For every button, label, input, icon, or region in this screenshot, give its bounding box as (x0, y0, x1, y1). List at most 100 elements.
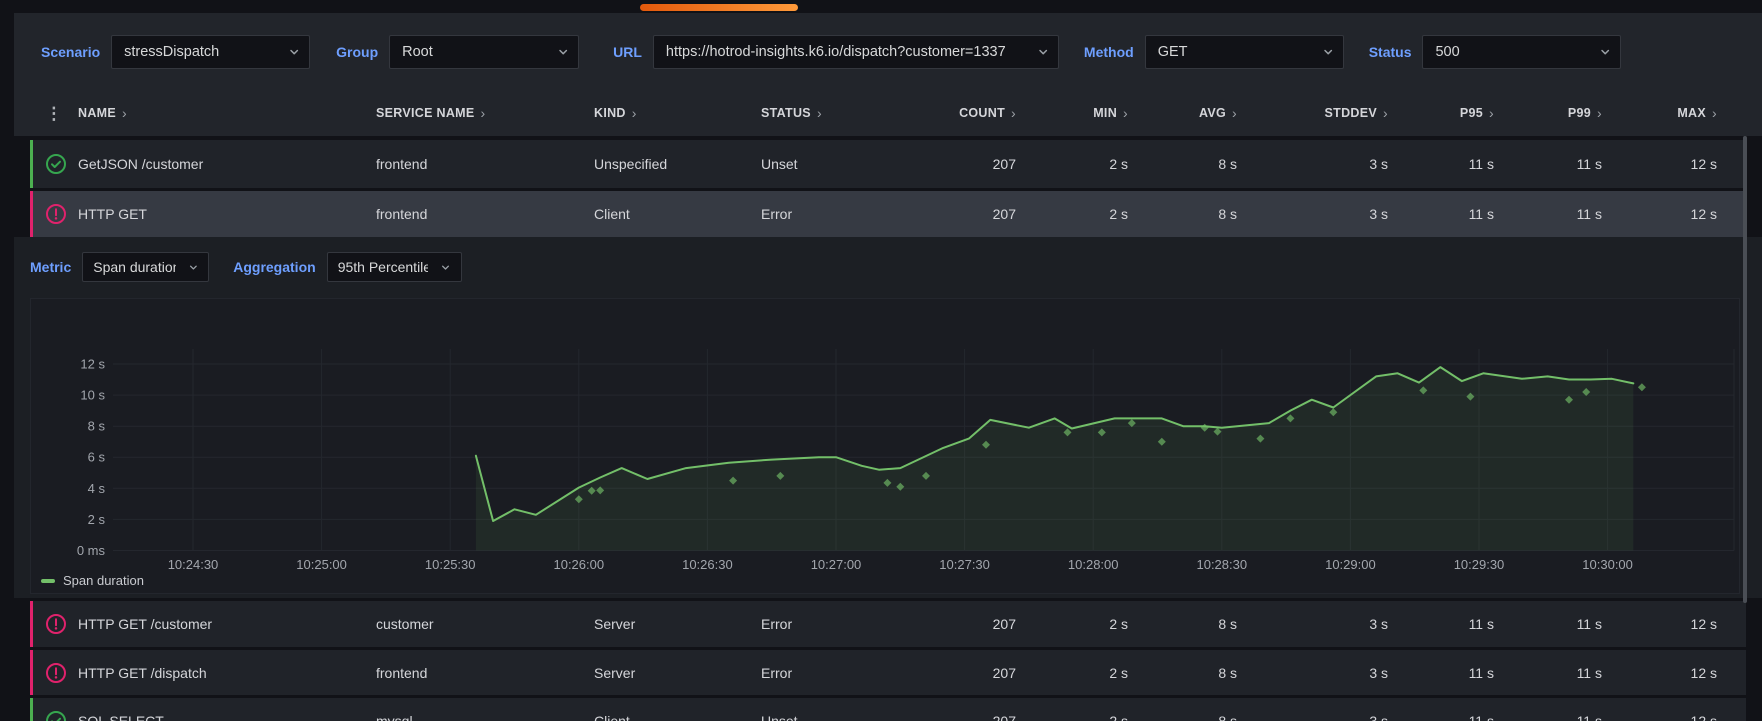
cell-service: frontend (376, 156, 594, 172)
col-count[interactable]: COUNT› (936, 105, 1016, 121)
filter-method: Method GET (1084, 35, 1344, 69)
cell-avg: 8 s (1128, 665, 1237, 681)
table-row[interactable]: GetJSON /customer frontend Unspecified U… (30, 140, 1746, 188)
error-exclamation-icon (45, 203, 67, 225)
status-dropdown[interactable]: 500 (1422, 35, 1621, 69)
scenario-value: stressDispatch (124, 44, 219, 60)
table-header: ⋮ NAME› SERVICE NAME› KIND› STATUS› COUN… (14, 90, 1762, 136)
method-dropdown[interactable]: GET (1145, 35, 1344, 69)
cell-stddev: 3 s (1237, 616, 1388, 632)
cell-p95: 11 s (1388, 713, 1494, 721)
cell-p99: 11 s (1494, 616, 1602, 632)
table-row-selected[interactable]: HTTP GET frontend Client Error 207 2 s 8… (30, 191, 1746, 237)
filter-scenario: Scenario stressDispatch (41, 35, 310, 69)
legend-span-duration[interactable]: Span duration (41, 573, 144, 588)
svg-text:6 s: 6 s (88, 450, 106, 465)
cell-name: HTTP GET /dispatch (78, 665, 376, 681)
svg-text:10:27:30: 10:27:30 (939, 557, 990, 572)
span-duration-chart-panel[interactable]: 0 ms2 s4 s6 s8 s10 s12 s10:24:3010:25:00… (30, 298, 1740, 594)
table-row[interactable]: SQL SELECT mysql Client Unset 207 2 s 8 … (30, 698, 1746, 721)
cell-avg: 8 s (1128, 156, 1237, 172)
aggregation-dropdown[interactable]: 95th Percentile (327, 252, 462, 282)
cell-max: 12 s (1602, 713, 1717, 721)
col-p95[interactable]: P95› (1388, 105, 1494, 121)
cell-p95: 11 s (1388, 665, 1494, 681)
cell-kind: Server (594, 616, 761, 632)
cell-stddev: 3 s (1237, 206, 1388, 222)
cell-min: 2 s (1016, 156, 1128, 172)
span-duration-chart[interactable]: 0 ms2 s4 s6 s8 s10 s12 s10:24:3010:25:00… (31, 299, 1739, 593)
cell-name: SQL SELECT (78, 713, 376, 721)
method-label: Method (1084, 44, 1134, 60)
cell-service: frontend (376, 665, 594, 681)
col-service-name[interactable]: SERVICE NAME› (376, 105, 594, 121)
filter-group: Group Root (336, 35, 579, 69)
cell-kind: Server (594, 665, 761, 681)
cell-p99: 11 s (1494, 156, 1602, 172)
sort-chevron-icon: › (481, 105, 486, 121)
chevron-down-icon (557, 46, 569, 58)
svg-text:10:25:30: 10:25:30 (425, 557, 476, 572)
k6-insights-dashboard: Scenario stressDispatch Group Root URL h… (0, 0, 1762, 721)
vertical-scrollbar[interactable] (1743, 136, 1747, 603)
cell-min: 2 s (1016, 616, 1128, 632)
group-label: Group (336, 44, 378, 60)
col-avg[interactable]: AVG› (1128, 105, 1237, 121)
metric-label: Metric (30, 259, 71, 275)
cell-kind: Client (594, 206, 761, 222)
aggregation-label: Aggregation (233, 259, 315, 275)
group-value: Root (402, 44, 433, 60)
sort-chevron-icon: › (817, 105, 822, 121)
svg-text:10:24:30: 10:24:30 (168, 557, 219, 572)
svg-text:10:30:00: 10:30:00 (1582, 557, 1633, 572)
chevron-down-icon (1322, 46, 1334, 58)
cell-count: 207 (936, 713, 1016, 721)
svg-text:4 s: 4 s (88, 481, 106, 496)
metric-value: Span duration (93, 259, 176, 275)
cell-name: HTTP GET /customer (78, 616, 376, 632)
svg-text:0 ms: 0 ms (77, 543, 106, 558)
filter-url: URL https://hotrod-insights.k6.io/dispat… (613, 35, 1059, 69)
cell-p95: 11 s (1388, 206, 1494, 222)
cell-name: GetJSON /customer (78, 156, 376, 172)
cell-service: mysql (376, 713, 594, 721)
filter-status: Status 500 (1369, 35, 1622, 69)
table-row[interactable]: HTTP GET /dispatch frontend Server Error… (30, 650, 1746, 695)
status-value: 500 (1435, 44, 1459, 60)
url-label: URL (613, 44, 642, 60)
url-value: https://hotrod-insights.k6.io/dispatch?c… (666, 44, 1006, 60)
cell-count: 207 (936, 206, 1016, 222)
success-check-icon (45, 710, 67, 721)
col-max[interactable]: MAX› (1602, 105, 1717, 121)
svg-text:10:29:00: 10:29:00 (1325, 557, 1376, 572)
cell-name: HTTP GET (78, 206, 376, 222)
table-row[interactable]: HTTP GET /customer customer Server Error… (30, 601, 1746, 647)
url-dropdown[interactable]: https://hotrod-insights.k6.io/dispatch?c… (653, 35, 1059, 69)
cell-status: Unset (761, 713, 936, 721)
cell-status: Unset (761, 156, 936, 172)
chevron-down-icon (1037, 46, 1049, 58)
cell-count: 207 (936, 665, 1016, 681)
error-exclamation-icon (45, 662, 67, 684)
kebab-menu-icon[interactable]: ⋮ (45, 105, 62, 122)
cell-stddev: 3 s (1237, 665, 1388, 681)
sort-chevron-icon: › (122, 105, 127, 121)
col-min[interactable]: MIN› (1016, 105, 1128, 121)
col-stddev[interactable]: STDDEV› (1237, 105, 1388, 121)
method-value: GET (1158, 44, 1188, 60)
cell-max: 12 s (1602, 206, 1717, 222)
group-dropdown[interactable]: Root (389, 35, 579, 69)
metric-controls: Metric Span duration Aggregation 95th Pe… (30, 252, 462, 282)
scenario-dropdown[interactable]: stressDispatch (111, 35, 310, 69)
col-name[interactable]: NAME› (78, 105, 376, 121)
cell-max: 12 s (1602, 616, 1717, 632)
col-status[interactable]: STATUS› (761, 105, 936, 121)
chevron-down-icon (188, 262, 198, 273)
col-kind[interactable]: KIND› (594, 105, 761, 121)
chevron-down-icon (288, 46, 300, 58)
metric-dropdown[interactable]: Span duration (82, 252, 209, 282)
col-p99[interactable]: P99› (1494, 105, 1602, 121)
cell-p99: 11 s (1494, 713, 1602, 721)
aggregation-value: 95th Percentile (338, 259, 428, 275)
cell-p95: 11 s (1388, 156, 1494, 172)
